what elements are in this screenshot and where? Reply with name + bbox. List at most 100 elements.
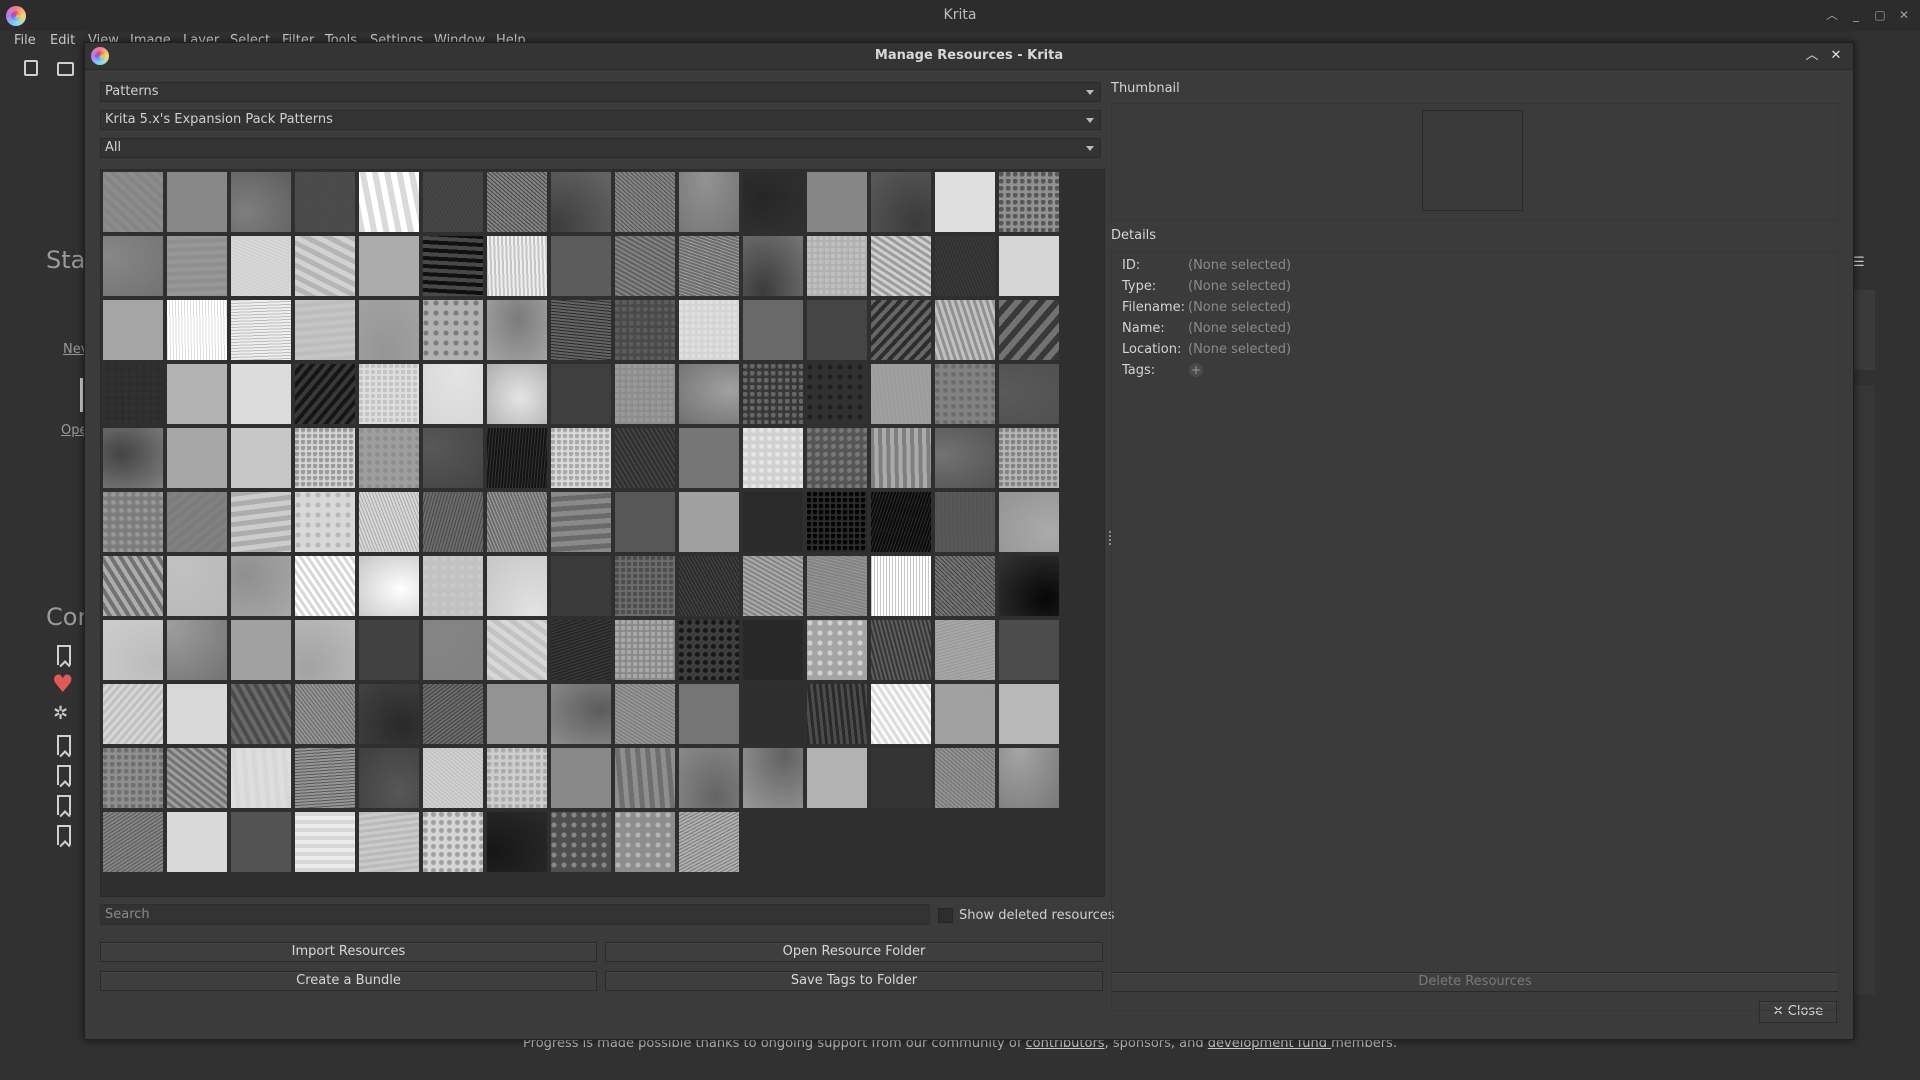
open-folder-icon[interactable] bbox=[57, 62, 74, 76]
pattern-thumbnail[interactable] bbox=[935, 556, 995, 616]
pattern-thumbnail[interactable] bbox=[807, 236, 867, 296]
pattern-thumbnail[interactable] bbox=[359, 556, 419, 616]
pattern-thumbnail[interactable] bbox=[615, 236, 675, 296]
pattern-thumbnail[interactable] bbox=[743, 492, 803, 552]
pattern-thumbnail[interactable] bbox=[359, 236, 419, 296]
pattern-thumbnail[interactable] bbox=[807, 684, 867, 744]
pattern-thumbnail[interactable] bbox=[615, 172, 675, 232]
pattern-thumbnail[interactable] bbox=[679, 748, 739, 808]
pattern-thumbnail[interactable] bbox=[935, 364, 995, 424]
pattern-thumbnail[interactable] bbox=[167, 748, 227, 808]
pattern-thumbnail[interactable] bbox=[487, 236, 547, 296]
pattern-thumbnail[interactable] bbox=[871, 684, 931, 744]
pattern-thumbnail[interactable] bbox=[167, 812, 227, 872]
pattern-thumbnail[interactable] bbox=[871, 428, 931, 488]
pattern-thumbnail[interactable] bbox=[999, 556, 1059, 616]
pattern-thumbnail[interactable] bbox=[935, 172, 995, 232]
pattern-thumbnail[interactable] bbox=[615, 492, 675, 552]
pattern-thumbnail[interactable] bbox=[679, 492, 739, 552]
pattern-thumbnail[interactable] bbox=[615, 364, 675, 424]
pattern-thumbnail[interactable] bbox=[487, 300, 547, 360]
pattern-grid-view[interactable] bbox=[100, 169, 1105, 897]
pattern-thumbnail[interactable] bbox=[999, 492, 1059, 552]
pattern-thumbnail[interactable] bbox=[359, 748, 419, 808]
pattern-thumbnail[interactable] bbox=[359, 172, 419, 232]
pattern-thumbnail[interactable] bbox=[871, 172, 931, 232]
pattern-thumbnail[interactable] bbox=[999, 364, 1059, 424]
show-deleted-option[interactable]: Show deleted resources bbox=[938, 905, 1115, 925]
pattern-thumbnail[interactable] bbox=[871, 620, 931, 680]
pattern-thumbnail[interactable] bbox=[807, 364, 867, 424]
pattern-thumbnail[interactable] bbox=[615, 812, 675, 872]
pattern-thumbnail[interactable] bbox=[231, 172, 291, 232]
pattern-thumbnail[interactable] bbox=[487, 684, 547, 744]
pattern-thumbnail[interactable] bbox=[231, 556, 291, 616]
pattern-thumbnail[interactable] bbox=[487, 812, 547, 872]
chevron-up-icon[interactable]: ︿ bbox=[1824, 6, 1840, 24]
pattern-thumbnail[interactable] bbox=[295, 428, 355, 488]
bookmark-icon[interactable] bbox=[57, 765, 71, 785]
maximize-icon[interactable]: ▢ bbox=[1872, 6, 1888, 24]
pattern-thumbnail[interactable] bbox=[935, 748, 995, 808]
pattern-thumbnail[interactable] bbox=[551, 236, 611, 296]
pattern-thumbnail[interactable] bbox=[295, 748, 355, 808]
pattern-thumbnail[interactable] bbox=[935, 428, 995, 488]
pattern-thumbnail[interactable] bbox=[679, 236, 739, 296]
pattern-thumbnail[interactable] bbox=[679, 556, 739, 616]
pattern-thumbnail[interactable] bbox=[231, 812, 291, 872]
import-resources-button[interactable]: Import Resources bbox=[100, 942, 597, 962]
create-bundle-button[interactable]: Create a Bundle bbox=[100, 971, 597, 991]
pattern-thumbnail[interactable] bbox=[551, 556, 611, 616]
pattern-thumbnail[interactable] bbox=[487, 748, 547, 808]
pattern-thumbnail[interactable] bbox=[103, 748, 163, 808]
pattern-thumbnail[interactable] bbox=[487, 492, 547, 552]
pattern-thumbnail[interactable] bbox=[231, 620, 291, 680]
show-deleted-checkbox[interactable] bbox=[938, 907, 953, 923]
pattern-thumbnail[interactable] bbox=[231, 684, 291, 744]
pattern-thumbnail[interactable] bbox=[615, 684, 675, 744]
menu-file[interactable]: File bbox=[14, 31, 36, 51]
pattern-thumbnail[interactable] bbox=[551, 492, 611, 552]
pattern-thumbnail[interactable] bbox=[743, 364, 803, 424]
pattern-thumbnail[interactable] bbox=[935, 492, 995, 552]
pattern-thumbnail[interactable] bbox=[359, 684, 419, 744]
pattern-thumbnail[interactable] bbox=[167, 300, 227, 360]
pattern-thumbnail[interactable] bbox=[295, 556, 355, 616]
pattern-thumbnail[interactable] bbox=[103, 172, 163, 232]
pattern-thumbnail[interactable] bbox=[807, 492, 867, 552]
pattern-thumbnail[interactable] bbox=[807, 556, 867, 616]
pattern-thumbnail[interactable] bbox=[679, 684, 739, 744]
menu-edit[interactable]: Edit bbox=[50, 31, 75, 51]
pattern-thumbnail[interactable] bbox=[935, 236, 995, 296]
pattern-thumbnail[interactable] bbox=[103, 236, 163, 296]
pattern-thumbnail[interactable] bbox=[295, 364, 355, 424]
pattern-thumbnail[interactable] bbox=[615, 620, 675, 680]
save-tags-button[interactable]: Save Tags to Folder bbox=[605, 971, 1103, 991]
pattern-thumbnail[interactable] bbox=[423, 620, 483, 680]
pattern-thumbnail[interactable] bbox=[999, 684, 1059, 744]
pattern-thumbnail[interactable] bbox=[231, 364, 291, 424]
pattern-thumbnail[interactable] bbox=[871, 748, 931, 808]
pattern-thumbnail[interactable] bbox=[359, 300, 419, 360]
pattern-thumbnail[interactable] bbox=[103, 684, 163, 744]
pattern-thumbnail[interactable] bbox=[103, 364, 163, 424]
bookmark-icon[interactable] bbox=[57, 645, 71, 665]
pattern-thumbnail[interactable] bbox=[743, 428, 803, 488]
pattern-thumbnail[interactable] bbox=[935, 300, 995, 360]
pattern-thumbnail[interactable] bbox=[807, 620, 867, 680]
pattern-thumbnail[interactable] bbox=[871, 300, 931, 360]
pattern-thumbnail[interactable] bbox=[487, 172, 547, 232]
pattern-thumbnail[interactable] bbox=[423, 748, 483, 808]
search-input[interactable]: Search bbox=[100, 904, 930, 925]
pattern-thumbnail[interactable] bbox=[743, 556, 803, 616]
pattern-thumbnail[interactable] bbox=[999, 748, 1059, 808]
pattern-thumbnail[interactable] bbox=[743, 300, 803, 360]
pattern-thumbnail[interactable] bbox=[423, 684, 483, 744]
pattern-thumbnail[interactable] bbox=[999, 172, 1059, 232]
pattern-thumbnail[interactable] bbox=[743, 684, 803, 744]
pattern-thumbnail[interactable] bbox=[871, 236, 931, 296]
pattern-thumbnail[interactable] bbox=[551, 812, 611, 872]
minimize-icon[interactable]: _ bbox=[1848, 6, 1864, 24]
pattern-thumbnail[interactable] bbox=[167, 492, 227, 552]
pattern-thumbnail[interactable] bbox=[423, 300, 483, 360]
